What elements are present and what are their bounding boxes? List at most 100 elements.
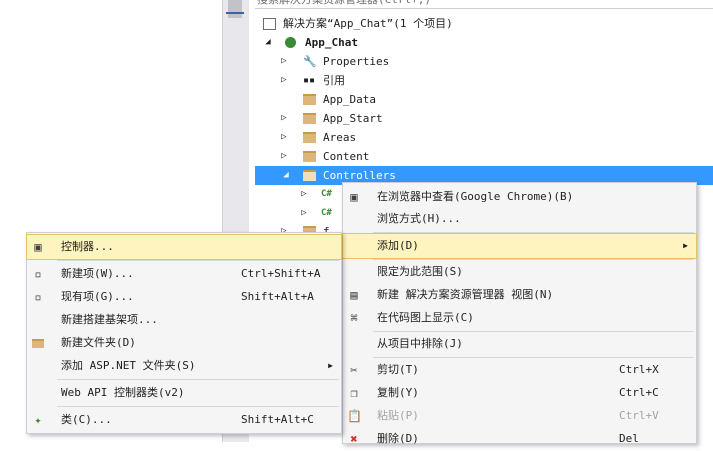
- tree-item-app-start[interactable]: ▷ App_Start: [279, 109, 699, 128]
- expanded-arrow-icon[interactable]: ◢: [281, 166, 291, 185]
- code-map-icon: ⌘: [350, 311, 358, 325]
- delete-icon: ✖: [350, 432, 358, 446]
- menu-item-browse-with[interactable]: 浏览方式(H)...: [343, 207, 696, 231]
- tree-item-cs-file[interactable]: ▷ C#: [299, 204, 339, 223]
- tree-item-label: App_Data: [323, 93, 376, 106]
- scrollbar-marker: [226, 12, 244, 14]
- tree-item-label: 解决方案“App_Chat”(1 个项目): [283, 17, 453, 30]
- menu-item-paste[interactable]: 📋 粘贴(P) Ctrl+V: [343, 404, 696, 428]
- menu-item-label: 在浏览器中查看(Google Chrome)(B): [377, 190, 574, 203]
- web-project-icon: [285, 37, 296, 48]
- menu-item-label: 新建文件夹(D): [61, 336, 136, 349]
- menu-item-shortcut: Ctrl+X: [619, 363, 659, 376]
- folder-open-icon: [303, 170, 316, 181]
- menu-item-view-in-browser[interactable]: ▣ 在浏览器中查看(Google Chrome)(B): [343, 185, 696, 209]
- wrench-icon: 🔧: [303, 55, 317, 68]
- menu-item-exclude-from-project[interactable]: 从项目中排除(J): [343, 332, 696, 356]
- menu-item-label: Web API 控制器类(v2): [61, 386, 185, 399]
- menu-separator: [373, 232, 694, 233]
- folder-icon: [303, 132, 316, 143]
- menu-item-label: 添加 ASP.NET 文件夹(S): [61, 359, 196, 372]
- submenu-item-existing-item[interactable]: ▫ 现有项(G)... Shift+Alt+A: [27, 285, 341, 309]
- tree-item-label: Properties: [323, 55, 390, 68]
- menu-item-label: 添加(D): [377, 239, 419, 252]
- tree-item-properties[interactable]: ▷ 🔧 Properties: [279, 52, 699, 71]
- menu-separator: [57, 260, 339, 261]
- tree-item-label: 引用: [323, 74, 345, 87]
- context-menu: ▣ 在浏览器中查看(Google Chrome)(B) 浏览方式(H)... 添…: [342, 182, 697, 446]
- submenu-arrow-icon: ▶: [683, 241, 688, 250]
- menu-item-new-explorer-view[interactable]: ▤ 新建 解决方案资源管理器 视图(N): [343, 283, 696, 307]
- menu-item-label: 在代码图上显示(C): [377, 311, 474, 324]
- tree-item-cs-file[interactable]: ▷ C#: [299, 185, 339, 204]
- menu-item-cut[interactable]: ✂ 剪切(T) Ctrl+X: [343, 358, 696, 382]
- menu-item-label: 复制(Y): [377, 386, 419, 399]
- tree-item-references[interactable]: ▷ ▪▪ 引用: [279, 71, 699, 90]
- menu-item-shortcut: Ctrl+Shift+A: [241, 267, 321, 280]
- menu-separator: [57, 379, 339, 380]
- menu-item-delete[interactable]: ✖ 删除(D) Del: [343, 427, 696, 451]
- tree-item-app-data[interactable]: App_Data: [279, 90, 699, 109]
- new-item-icon: ▫: [34, 267, 42, 281]
- menu-separator: [57, 406, 339, 407]
- menu-item-copy[interactable]: ❐ 复制(Y) Ctrl+C: [343, 381, 696, 405]
- submenu-item-class[interactable]: ✦ 类(C)... Shift+Alt+C: [27, 408, 341, 432]
- submenu-item-new-item[interactable]: ▫ 新建项(W)... Ctrl+Shift+A: [27, 262, 341, 286]
- tree-item-solution[interactable]: 解决方案“App_Chat”(1 个项目): [263, 14, 703, 33]
- submenu-item-controller[interactable]: ▣ 控制器...: [26, 234, 342, 260]
- csharp-file-icon: C#: [321, 189, 332, 199]
- paste-icon: 📋: [347, 409, 362, 423]
- controller-icon: ▣: [34, 240, 42, 254]
- tree-item-label: App_Chat: [305, 36, 358, 49]
- menu-item-add[interactable]: 添加(D) ▶: [342, 233, 697, 259]
- tree-item-areas[interactable]: ▷ Areas: [279, 128, 699, 147]
- collapsed-arrow-icon[interactable]: ▷: [299, 185, 309, 204]
- references-icon: ▪▪: [303, 75, 316, 86]
- menu-item-label: 剪切(T): [377, 363, 419, 376]
- menu-item-scope-to-this[interactable]: 限定为此范围(S): [343, 260, 696, 284]
- menu-item-label: 新建项(W)...: [61, 267, 134, 280]
- menu-item-label: 粘贴(P): [377, 409, 419, 422]
- collapsed-arrow-icon[interactable]: ▷: [279, 109, 289, 128]
- tree-item-label: Areas: [323, 131, 357, 144]
- menu-item-label: 删除(D): [377, 432, 419, 445]
- collapsed-arrow-icon[interactable]: ▷: [279, 71, 289, 90]
- menu-item-label: 新建搭建基架项...: [61, 313, 158, 326]
- submenu-arrow-icon: ▶: [328, 361, 333, 370]
- browser-icon: ▣: [350, 190, 358, 204]
- submenu-item-new-scaffolded-item[interactable]: 新建搭建基架项...: [27, 308, 341, 332]
- menu-item-label: 浏览方式(H)...: [377, 212, 461, 225]
- menu-item-label: 现有项(G)...: [61, 290, 134, 303]
- csharp-file-icon: C#: [321, 208, 332, 218]
- menu-item-label: 新建 解决方案资源管理器 视图(N): [377, 288, 554, 301]
- new-folder-icon: [31, 336, 45, 350]
- collapsed-arrow-icon[interactable]: ▷: [299, 204, 309, 223]
- menu-item-label: 从项目中排除(J): [377, 337, 463, 350]
- menu-item-label: 限定为此范围(S): [377, 265, 463, 278]
- add-submenu: ▣ 控制器... ▫ 新建项(W)... Ctrl+Shift+A ▫ 现有项(…: [26, 232, 342, 434]
- menu-item-shortcut: Del: [619, 432, 639, 445]
- expanded-arrow-icon[interactable]: ◢: [263, 33, 273, 52]
- tree-item-label: App_Start: [323, 112, 383, 125]
- scissors-icon: ✂: [350, 363, 358, 377]
- class-icon: ✦: [34, 413, 42, 427]
- search-input[interactable]: 搜索解决方案资源管理器(Ctrl+;): [255, 0, 713, 9]
- scrollbar-thumb[interactable]: [228, 0, 242, 18]
- menu-item-show-on-code-map[interactable]: ⌘ 在代码图上显示(C): [343, 306, 696, 330]
- tree-item-content[interactable]: ▷ Content: [279, 147, 699, 166]
- tree-item-label: Content: [323, 150, 370, 163]
- collapsed-arrow-icon[interactable]: ▷: [279, 52, 289, 71]
- menu-item-shortcut: Ctrl+V: [619, 409, 659, 422]
- collapsed-arrow-icon[interactable]: ▷: [279, 147, 289, 166]
- menu-item-shortcut: Shift+Alt+C: [241, 413, 314, 426]
- submenu-item-new-folder[interactable]: 新建文件夹(D): [27, 331, 341, 355]
- menu-item-label: 类(C)...: [61, 413, 112, 426]
- folder-icon: [303, 94, 316, 105]
- menu-item-shortcut: Ctrl+C: [619, 386, 659, 399]
- submenu-item-web-api-controller[interactable]: Web API 控制器类(v2): [27, 381, 341, 405]
- collapsed-arrow-icon[interactable]: ▷: [279, 128, 289, 147]
- tree-item-project[interactable]: ◢ App_Chat: [263, 33, 703, 52]
- submenu-item-add-aspnet-folder[interactable]: 添加 ASP.NET 文件夹(S) ▶: [27, 354, 341, 378]
- folder-icon: [303, 113, 316, 124]
- menu-item-shortcut: Shift+Alt+A: [241, 290, 314, 303]
